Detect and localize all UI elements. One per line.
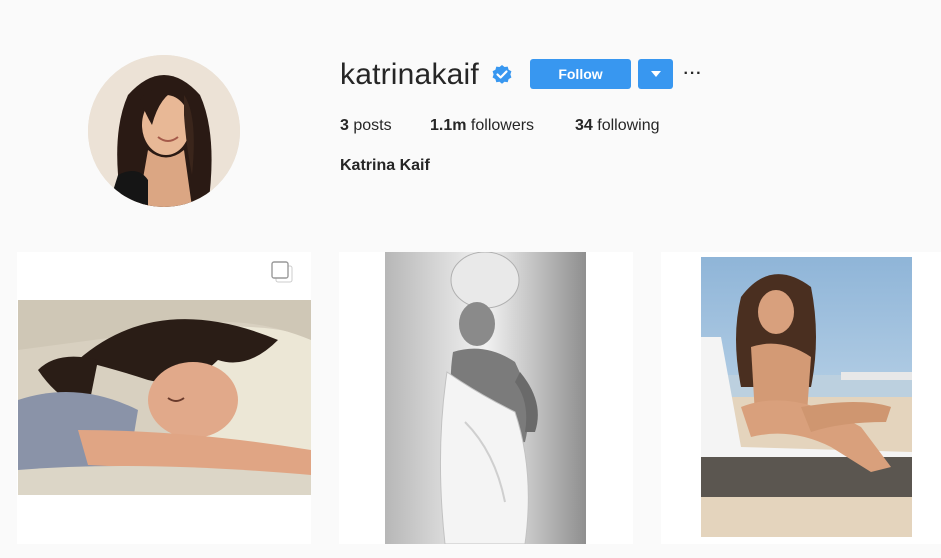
followers-stat[interactable]: 1.1m followers [430, 117, 575, 135]
more-options-button[interactable]: ··· [683, 62, 703, 86]
suggestions-dropdown-button[interactable] [638, 59, 673, 89]
posts-stat: 3 posts [340, 117, 430, 135]
following-label: following [597, 117, 660, 134]
following-count: 34 [575, 117, 598, 134]
followers-label: followers [470, 117, 535, 134]
profile-avatar[interactable] [88, 55, 240, 207]
followers-count: 1.1m [430, 117, 471, 134]
post-tile[interactable] [17, 252, 311, 544]
triangle-down-icon [650, 70, 661, 77]
post-tile[interactable] [339, 252, 633, 544]
follow-button[interactable]: Follow [530, 59, 631, 89]
post-image [339, 252, 633, 544]
post-image [17, 252, 311, 544]
verified-badge-icon [492, 65, 512, 84]
profile-stats: 3 posts 1.1m followers 34 following [340, 117, 660, 135]
following-stat[interactable]: 34 following [575, 117, 660, 135]
profile-username: katrinakaif [340, 58, 479, 91]
posts-label: posts [353, 117, 392, 134]
post-tile[interactable] [661, 252, 941, 544]
post-image [661, 252, 941, 544]
profile-full-name: Katrina Kaif [340, 157, 430, 174]
avatar-image [88, 55, 240, 207]
multiple-photos-icon [271, 261, 293, 283]
posts-count: 3 [340, 117, 354, 134]
